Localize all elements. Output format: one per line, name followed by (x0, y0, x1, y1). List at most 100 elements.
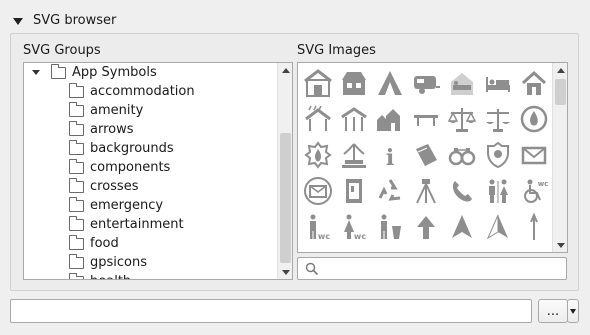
scroll-up-button[interactable] (553, 63, 567, 77)
toilets-icon (489, 179, 508, 203)
tree-item-arrows[interactable]: arrows (24, 120, 278, 139)
tree-item-backgrounds[interactable]: backgrounds (24, 139, 278, 158)
svg-image-cell[interactable] (516, 209, 552, 245)
svg-image-cell[interactable]: i (372, 137, 408, 173)
image-search-input[interactable] (297, 257, 567, 280)
svg-image-cell[interactable] (336, 173, 372, 209)
tree-item-entertainment[interactable]: entertainment (24, 215, 278, 234)
compass-north-n-icon: N (411, 248, 441, 253)
tree-item-food[interactable]: food (24, 234, 278, 253)
browse-options-button[interactable] (567, 299, 579, 323)
svg-image-cell[interactable] (480, 173, 516, 209)
svg-image-cell[interactable] (372, 209, 408, 245)
svg-image-cell[interactable] (516, 137, 552, 173)
folder-icon (69, 215, 84, 231)
tree-item-label: gpsicons (90, 255, 148, 270)
panel-title: SVG browser (33, 12, 117, 28)
svg-image-cell[interactable] (300, 245, 336, 253)
svg-image-cell[interactable] (300, 137, 336, 173)
tree-item-health[interactable]: health (24, 272, 278, 279)
tree-root-app-symbols[interactable]: App Symbols (24, 63, 278, 82)
tree-item-gpsicons[interactable]: gpsicons (24, 253, 278, 272)
svg-image-cell[interactable] (516, 245, 552, 252)
folder-icon (69, 234, 84, 250)
svg-images-grid[interactable]: i wc wc wc N A N (297, 62, 568, 253)
svg-image-cell[interactable] (408, 209, 444, 245)
svg-text:wc: wc (318, 232, 330, 241)
farm-building-icon (342, 72, 366, 95)
svg-image-cell[interactable]: wc (336, 209, 372, 245)
north-arrow-icon (417, 216, 435, 239)
scroll-thumb[interactable] (555, 79, 566, 105)
shelter-hut-icon (304, 69, 332, 97)
north-arrow-half-icon (486, 214, 508, 240)
svg-image-cell[interactable] (336, 137, 372, 173)
svg-image-cell[interactable] (372, 65, 408, 101)
svg-image-cell[interactable]: N (480, 245, 516, 252)
svg-image-cell[interactable] (516, 101, 552, 137)
svg-groups-tree[interactable]: App Symbols accommodation amenity arrows… (23, 62, 293, 280)
tree-item-label: food (90, 236, 119, 251)
police-badge-icon (487, 141, 509, 169)
tree-item-emergency[interactable]: emergency (24, 196, 278, 215)
svg-text:wc: wc (538, 180, 549, 188)
scroll-up-button[interactable] (278, 63, 292, 77)
svg-image-cell[interactable]: N (408, 245, 444, 253)
svg-image-cell[interactable] (372, 173, 408, 209)
svg-image-cell[interactable] (444, 101, 480, 137)
camping-tent-icon (378, 71, 402, 95)
post-office-envelope-icon (304, 177, 332, 205)
svg-image-cell[interactable] (480, 101, 516, 137)
svg-image-cell[interactable] (300, 173, 336, 209)
scroll-down-button[interactable] (553, 238, 567, 252)
waste-bin-person-icon (381, 214, 401, 239)
search-icon (305, 262, 319, 275)
svg-image-cell[interactable] (336, 245, 372, 252)
svg-image-cell[interactable] (444, 137, 480, 173)
svg-image-cell[interactable] (408, 65, 444, 101)
svg-image-cell[interactable] (480, 65, 516, 101)
wc-woman-icon: wc (344, 214, 366, 241)
svg-path-input[interactable] (10, 299, 532, 323)
scroll-down-icon (281, 269, 290, 275)
svg-image-cell[interactable] (336, 101, 372, 137)
tree-item-label: emergency (90, 198, 164, 213)
svg-image-cell[interactable] (372, 101, 408, 137)
compass-rose-icon (303, 248, 333, 253)
scroll-down-button[interactable] (278, 265, 292, 279)
tree-scrollbar[interactable] (277, 63, 292, 279)
svg-image-cell[interactable] (480, 137, 516, 173)
svg-image-cell[interactable] (444, 173, 480, 209)
images-scrollbar[interactable] (552, 63, 567, 252)
tree-item-components[interactable]: components (24, 158, 278, 177)
svg-image-cell[interactable]: wc (516, 173, 552, 209)
expand-arrow-icon[interactable] (32, 70, 40, 75)
fire-station-emblem-icon (520, 105, 548, 133)
svg-image-cell[interactable] (408, 173, 444, 209)
telephone-handset-icon (452, 181, 472, 202)
svg-image-cell[interactable]: wc (300, 209, 336, 245)
svg-image-cell[interactable] (408, 137, 444, 173)
handcuffs-icon (448, 148, 476, 166)
svg-image-cell[interactable] (516, 65, 552, 101)
svg-image-cell[interactable] (480, 209, 516, 245)
svg-image-cell[interactable] (336, 65, 372, 101)
tree-item-crosses[interactable]: crosses (24, 177, 278, 196)
folder-icon (51, 63, 66, 79)
telephone-booth-icon (346, 179, 362, 203)
tree-item-accommodation[interactable]: accommodation (24, 82, 278, 101)
svg-image-cell[interactable] (408, 101, 444, 137)
svg-image-cell[interactable] (372, 245, 408, 252)
svg-image-cell[interactable] (300, 101, 336, 137)
svg-image-cell[interactable] (444, 209, 480, 245)
house-bed-icon (451, 73, 473, 95)
svg-image-cell[interactable] (444, 65, 480, 101)
bed-icon (486, 77, 510, 92)
scroll-thumb[interactable] (280, 133, 291, 263)
collapse-arrow-icon[interactable] (13, 17, 23, 25)
browse-button[interactable]: ... (538, 299, 568, 323)
svg-image-cell[interactable] (300, 65, 336, 101)
svg-browser-header[interactable]: SVG browser (10, 10, 116, 30)
tree-item-amenity[interactable]: amenity (24, 101, 278, 120)
svg-image-cell[interactable]: A (444, 245, 480, 252)
